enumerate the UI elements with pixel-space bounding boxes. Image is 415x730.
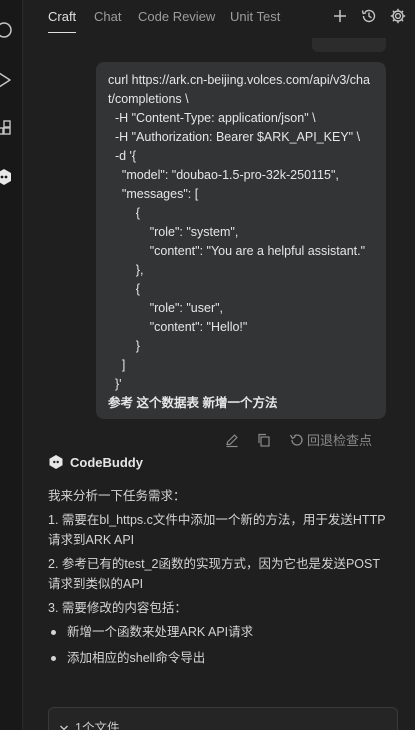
- tab-code-review[interactable]: Code Review: [138, 8, 215, 32]
- assistant-step: 1. 需要在bl_https.c文件中添加一个新的方法，用于发送HTTP请求到A…: [48, 513, 386, 547]
- previous-message-edge: [312, 38, 386, 52]
- edit-icon[interactable]: [224, 432, 240, 448]
- codebuddy-icon[interactable]: [0, 167, 14, 187]
- codebuddy-logo-icon: [48, 454, 64, 470]
- list-item: 添加相应的shell命令导出: [48, 648, 388, 668]
- codebuddy-panel: Craft Chat Code Review Unit Test curl ht…: [0, 0, 415, 730]
- tab-craft[interactable]: Craft: [48, 8, 77, 33]
- chevron-down-icon[interactable]: [59, 723, 69, 730]
- assistant-step: 2. 参考已有的test_2函数的实现方式，因为它也是发送POST请求到类似的A…: [48, 557, 380, 591]
- extensions-icon[interactable]: [0, 118, 14, 138]
- copy-icon[interactable]: [256, 432, 272, 448]
- revert-icon[interactable]: [288, 432, 304, 448]
- activity-bar: [0, 0, 23, 730]
- user-message-prompt: 参考 这个数据表 新增一个方法: [108, 396, 278, 410]
- list-item: 新增一个函数来处理ARK API请求: [48, 622, 388, 642]
- changed-files-label: 1个文件: [75, 721, 120, 730]
- tab-chat[interactable]: Chat: [94, 8, 121, 32]
- assistant-name: CodeBuddy: [70, 455, 143, 470]
- play-icon[interactable]: [0, 70, 14, 90]
- panel-header: Craft Chat Code Review Unit Test: [23, 0, 415, 36]
- tab-unit-test[interactable]: Unit Test: [230, 8, 280, 32]
- plus-icon[interactable]: [331, 7, 349, 25]
- assistant-intro: 我来分析一下任务需求：: [48, 489, 186, 503]
- assistant-bullet-list: 新增一个函数来处理ARK API请求 添加相应的shell命令导出: [48, 622, 388, 668]
- changed-files-panel[interactable]: 1个文件: [48, 707, 398, 730]
- assistant-step: 3. 需要修改的内容包括：: [48, 601, 187, 615]
- gear-icon[interactable]: [389, 7, 407, 25]
- user-message-bubble: curl https://ark.cn-beijing.volces.com/a…: [96, 62, 386, 419]
- assistant-message: 我来分析一下任务需求： 1. 需要在bl_https.c文件中添加一个新的方法，…: [48, 486, 388, 674]
- circle-icon[interactable]: [0, 20, 14, 40]
- user-message-code: curl https://ark.cn-beijing.volces.com/a…: [108, 73, 370, 391]
- history-icon[interactable]: [360, 7, 378, 25]
- revert-checkpoint-button[interactable]: 回退检查点: [307, 432, 372, 450]
